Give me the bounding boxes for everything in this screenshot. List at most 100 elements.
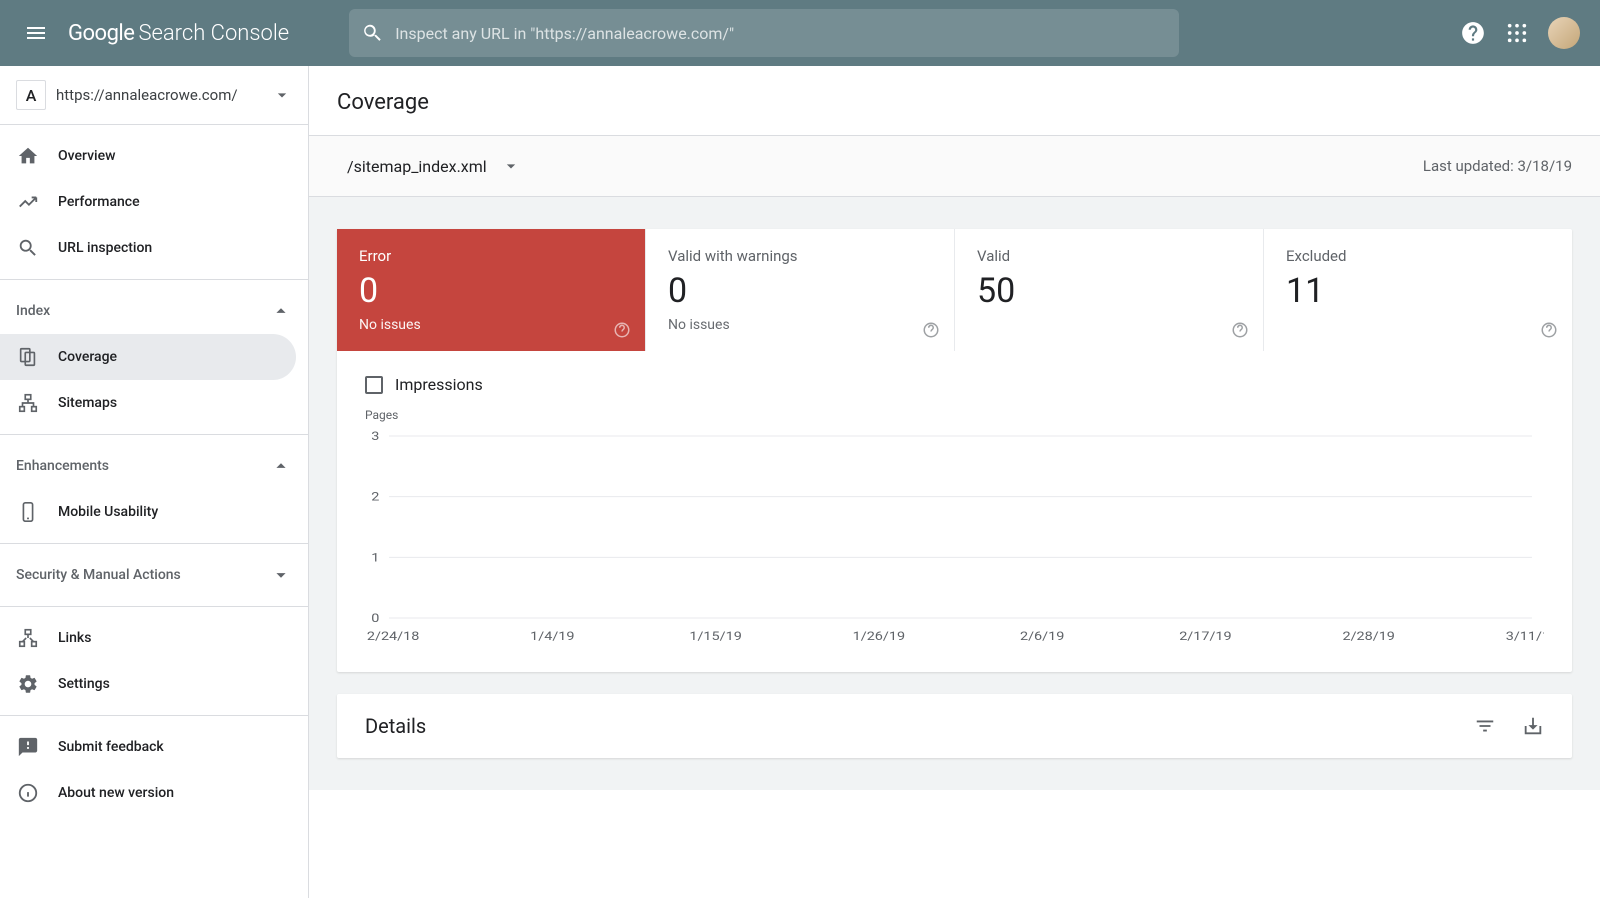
home-icon: [17, 145, 39, 167]
details-card: Details: [337, 694, 1572, 758]
svg-text:0: 0: [371, 612, 379, 626]
trending-icon: [17, 191, 39, 213]
gear-icon: [17, 673, 39, 695]
section-label: Index: [16, 303, 50, 319]
sidebar-item-about[interactable]: About new version: [0, 770, 308, 816]
svg-text:1/4/19: 1/4/19: [530, 630, 574, 644]
chevron-down-icon: [272, 85, 292, 105]
svg-text:12/24/18: 12/24/18: [365, 630, 419, 644]
chevron-down-icon: [270, 564, 292, 586]
coverage-icon: [17, 346, 39, 368]
help-icon[interactable]: [1540, 321, 1558, 339]
chart-area: Impressions Pages 012312/24/181/4/191/15…: [337, 351, 1572, 672]
sidebar-item-overview[interactable]: Overview: [0, 133, 308, 179]
details-title: Details: [365, 714, 426, 738]
coverage-card: Error 0 No issues Valid with warnings 0 …: [337, 229, 1572, 672]
chevron-up-icon: [270, 455, 292, 477]
avatar[interactable]: [1548, 17, 1580, 49]
tab-label: Valid: [977, 247, 1241, 265]
header-actions: [1460, 17, 1588, 49]
info-icon: [17, 782, 39, 804]
tab-subtitle: No issues: [359, 317, 623, 333]
property-selector[interactable]: A https://annaleacrowe.com/: [0, 66, 308, 125]
filter-bar: /sitemap_index.xml Last updated: 3/18/19: [309, 136, 1600, 197]
svg-text:1: 1: [371, 551, 379, 565]
page-header: Coverage: [309, 66, 1600, 136]
tab-error[interactable]: Error 0 No issues: [337, 229, 646, 351]
status-tabs: Error 0 No issues Valid with warnings 0 …: [337, 229, 1572, 351]
app-header: Google Search Console: [0, 0, 1600, 66]
sidebar-item-links[interactable]: Links: [0, 615, 308, 661]
tab-label: Excluded: [1286, 247, 1550, 265]
svg-text:3/11/19: 3/11/19: [1506, 630, 1544, 644]
search-icon: [17, 237, 39, 259]
tab-excluded[interactable]: Excluded 11: [1264, 229, 1572, 351]
svg-text:1/26/19: 1/26/19: [853, 630, 905, 644]
hamburger-icon: [24, 21, 48, 45]
tab-valid[interactable]: Valid 50: [955, 229, 1264, 351]
section-header-enhancements[interactable]: Enhancements: [0, 443, 308, 489]
sidebar-item-settings[interactable]: Settings: [0, 661, 308, 707]
section-label: Enhancements: [16, 458, 109, 474]
tab-label: Valid with warnings: [668, 247, 932, 265]
tab-count: 0: [668, 271, 932, 311]
apps-icon[interactable]: [1506, 22, 1528, 44]
sidebar-item-label: Coverage: [58, 349, 117, 365]
sidebar-item-mobile-usability[interactable]: Mobile Usability: [0, 489, 308, 535]
tab-valid-warnings[interactable]: Valid with warnings 0 No issues: [646, 229, 955, 351]
page-title: Coverage: [337, 90, 1572, 115]
sidebar-item-label: Mobile Usability: [58, 504, 158, 520]
filter-label: /sitemap_index.xml: [347, 157, 487, 176]
help-icon[interactable]: [1231, 321, 1249, 339]
menu-button[interactable]: [12, 9, 60, 57]
sidebar-item-label: Sitemaps: [58, 395, 117, 411]
help-icon[interactable]: [922, 321, 940, 339]
logo-google: Google: [68, 21, 134, 46]
feedback-icon: [17, 736, 39, 758]
help-icon[interactable]: [613, 321, 631, 339]
tab-subtitle: No issues: [668, 317, 932, 333]
logo: Google Search Console: [68, 21, 289, 46]
coverage-chart: 0 1 2 3 12/24/18 1/4/19 1/15/19 1/26/19 2/6/19 2/…: [365, 426, 1544, 646]
svg-text:2/17/19: 2/17/19: [1179, 630, 1231, 644]
sidebar-item-label: About new version: [58, 785, 174, 801]
svg-text:1/15/19: 1/15/19: [689, 630, 741, 644]
sidebar-item-label: Submit feedback: [58, 739, 164, 755]
sidebar-item-performance[interactable]: Performance: [0, 179, 308, 225]
sidebar-item-feedback[interactable]: Submit feedback: [0, 724, 308, 770]
section-header-index[interactable]: Index: [0, 288, 308, 334]
mobile-icon: [17, 501, 39, 523]
property-url: https://annaleacrowe.com/: [56, 86, 262, 104]
sidebar-item-sitemaps[interactable]: Sitemaps: [0, 380, 308, 426]
sidebar-item-label: Performance: [58, 194, 140, 210]
sitemap-icon: [17, 392, 39, 414]
svg-text:2/6/19: 2/6/19: [1020, 630, 1064, 644]
tab-count: 0: [359, 271, 623, 311]
search-bar[interactable]: [349, 9, 1179, 57]
chevron-up-icon: [270, 300, 292, 322]
help-icon[interactable]: [1460, 20, 1486, 46]
sitemap-filter[interactable]: /sitemap_index.xml: [337, 152, 531, 180]
filter-icon[interactable]: [1474, 715, 1496, 737]
section-label: Security & Manual Actions: [16, 567, 181, 583]
impressions-checkbox[interactable]: [365, 376, 383, 394]
sidebar-item-label: Overview: [58, 148, 115, 164]
sidebar-item-label: Settings: [58, 676, 110, 692]
sidebar-item-url-inspection[interactable]: URL inspection: [0, 225, 308, 271]
tab-label: Error: [359, 247, 623, 265]
sidebar-item-label: URL inspection: [58, 240, 152, 256]
links-icon: [17, 627, 39, 649]
svg-text:3: 3: [371, 430, 379, 444]
sidebar-item-coverage[interactable]: Coverage: [0, 334, 296, 380]
svg-text:2: 2: [371, 491, 379, 505]
tab-count: 11: [1286, 271, 1550, 311]
search-input[interactable]: [395, 24, 1167, 43]
section-header-security[interactable]: Security & Manual Actions: [0, 552, 308, 598]
property-icon: A: [16, 80, 46, 110]
tab-count: 50: [977, 271, 1241, 311]
sidebar-item-label: Links: [58, 630, 91, 646]
chevron-down-icon: [501, 156, 521, 176]
svg-text:2/28/19: 2/28/19: [1342, 630, 1394, 644]
y-axis-label: Pages: [365, 408, 1544, 422]
download-icon[interactable]: [1522, 715, 1544, 737]
